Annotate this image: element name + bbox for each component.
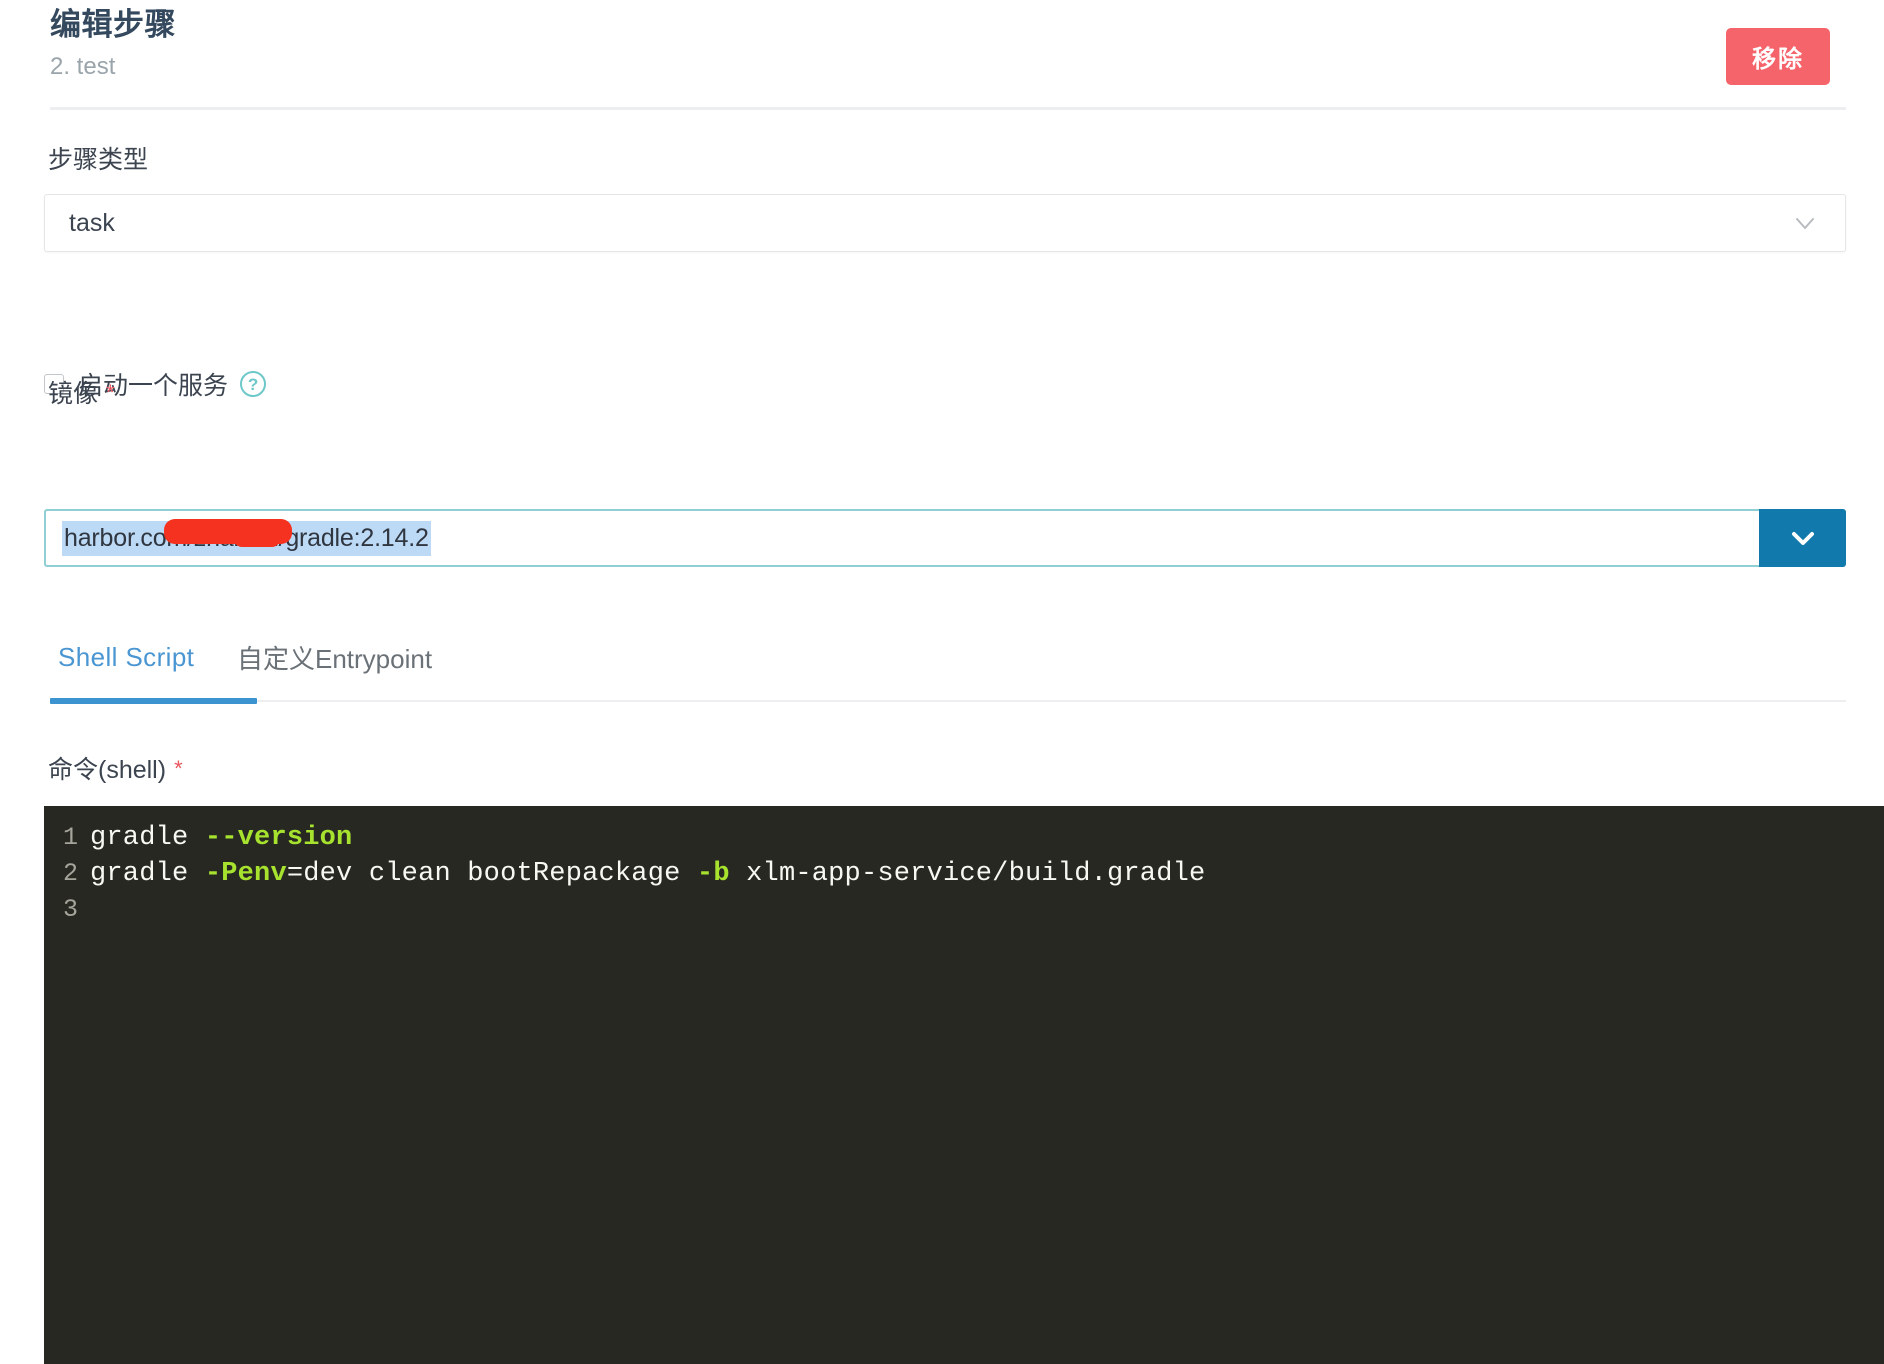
code-line-content: gradle -Penv=dev clean bootRepackage -b … [90,856,1205,892]
command-required-star: * [174,756,183,781]
image-input-group: harbor.com/zhaikun/gradle:2.14.2 [44,509,1846,567]
code-token-flag: -Penv [204,859,287,889]
image-label-text: 镜像 [48,380,99,408]
page-subtitle: 2. test [50,53,116,80]
code-token-flag: --version [204,823,353,853]
image-field-label: 镜像 * [48,374,115,410]
command-label-text: 命令(shell) [48,756,167,784]
help-circle-icon[interactable]: ? [240,371,267,397]
code-token: xlm-app-service/build.gradle [729,859,1206,889]
edit-step-page: 编辑步骤 2. test 移除 步骤类型 task 启动一个服务 ? 镜像 * h… [0,0,1884,1364]
header-divider [50,107,1846,110]
tab-shell-script[interactable]: Shell Script [58,614,194,700]
page-header: 编辑步骤 2. test 移除 [0,0,1884,124]
image-input-value: harbor.com/zhaikun/gradle:2.14.2 [62,520,431,556]
code-token: =dev clean bootRepackage [286,859,697,889]
chevron-down-icon [1791,209,1819,237]
image-required-star: * [106,380,115,405]
script-tabs: Shell Script 自定义Entrypoint [50,614,1846,702]
page-title: 编辑步骤 [50,7,176,42]
step-type-label: 步骤类型 [48,146,149,174]
shell-command-editor[interactable]: 1 gradle --version 2 gradle -Penv=dev cl… [44,806,1884,1364]
code-line: 1 gradle --version [44,820,1884,856]
editor-code-body: 1 gradle --version 2 gradle -Penv=dev cl… [44,806,1884,928]
step-type-selected-value: task [69,208,115,237]
code-token-flag: -b [696,859,730,889]
code-token: gradle [90,859,205,889]
command-field-label: 命令(shell) * [48,750,183,786]
line-number: 3 [62,895,78,924]
code-line: 2 gradle -Penv=dev clean bootRepackage -… [44,856,1884,892]
line-number: 1 [62,823,78,852]
image-input[interactable]: harbor.com/zhaikun/gradle:2.14.2 [44,509,1759,567]
code-token: gradle [90,823,205,853]
remove-button[interactable]: 移除 [1726,28,1830,85]
line-number: 2 [62,859,78,888]
image-dropdown-button[interactable] [1759,509,1846,567]
tab-custom-entrypoint[interactable]: 自定义Entrypoint [237,614,432,700]
active-tab-indicator [50,698,257,704]
header-text-block: 编辑步骤 2. test [50,0,176,82]
code-line: 3 [44,892,1884,928]
code-line-content: gradle --version [90,820,352,856]
step-type-select[interactable]: task [44,194,1846,252]
chevron-down-icon [1786,521,1820,555]
